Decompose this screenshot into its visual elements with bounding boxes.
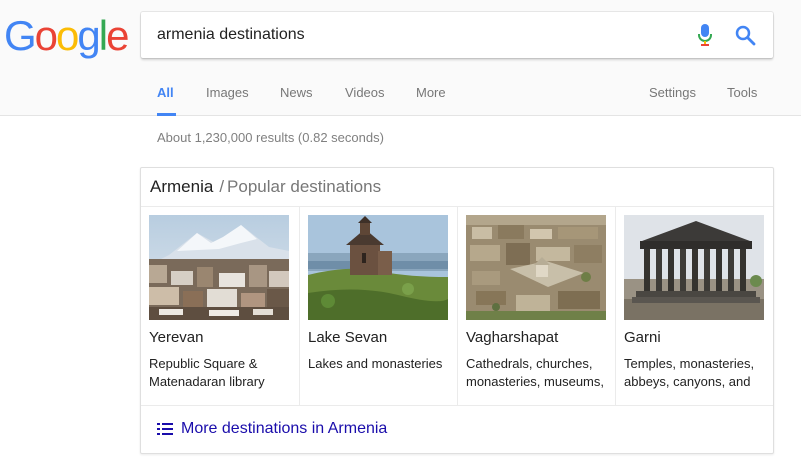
logo-letter: o	[34, 12, 58, 59]
card-divider	[141, 405, 773, 406]
yerevan-photo	[149, 215, 289, 320]
card-title-subtitle: Popular destinations	[227, 177, 382, 196]
destination-name[interactable]: Yerevan	[149, 329, 204, 346]
logo-letter: e	[106, 12, 129, 59]
search-tabs: All Images News Videos More Settings Too…	[141, 76, 781, 116]
tab-images[interactable]: Images	[206, 76, 249, 116]
destination-description: Temples, monasteries, abbeys, canyons, a…	[624, 356, 755, 389]
card-title-separator: /	[219, 177, 225, 196]
destination-item-garni[interactable]: Garni Temples, monasteries, abbeys, cany…	[615, 207, 773, 405]
destination-name[interactable]: Lake Sevan	[308, 329, 387, 346]
tab-all[interactable]: All	[157, 76, 176, 116]
card-title-country[interactable]: Armenia	[150, 177, 213, 196]
destination-name[interactable]: Garni	[624, 329, 661, 346]
tab-tools[interactable]: Tools	[727, 76, 757, 116]
destination-description: Republic Square & Matenadaran library	[149, 356, 265, 389]
result-stats: About 1,230,000 results (0.82 seconds)	[157, 130, 384, 145]
destination-description: Cathedrals, churches, monasteries, museu…	[466, 356, 604, 389]
search-header: Google All Images News Videos More Setti…	[0, 0, 801, 116]
destination-name[interactable]: Vagharshapat	[466, 329, 558, 346]
logo-letter: g	[77, 12, 100, 59]
logo-letter: o	[56, 12, 79, 59]
more-destinations-label: More destinations in Armenia	[181, 420, 388, 437]
microphone-icon[interactable]	[696, 23, 714, 47]
search-input[interactable]	[157, 12, 677, 58]
google-logo[interactable]: Google	[4, 12, 129, 60]
logo-letter: G	[4, 12, 37, 59]
tab-more[interactable]: More	[416, 76, 446, 116]
destination-description: Lakes and monasteries	[308, 356, 443, 371]
more-destinations-link[interactable]: More destinations in Armenia	[157, 420, 387, 438]
magnifier-icon[interactable]	[733, 23, 757, 47]
vagharshapat-photo	[466, 215, 606, 320]
card-title: Armenia / Popular destinations	[150, 177, 381, 197]
list-icon	[157, 423, 173, 435]
destination-item-yerevan[interactable]: Yerevan Republic Square & Matenadaran li…	[141, 207, 299, 405]
logo-letter: l	[98, 12, 108, 59]
garni-photo	[624, 215, 764, 320]
search-box	[141, 12, 773, 58]
destination-item-lake-sevan[interactable]: Lake Sevan Lakes and monasteries	[299, 207, 457, 405]
destination-item-vagharshapat[interactable]: Vagharshapat Cathedrals, churches, monas…	[457, 207, 615, 405]
tab-news[interactable]: News	[280, 76, 313, 116]
tab-videos[interactable]: Videos	[345, 76, 385, 116]
destinations-card: Armenia / Popular destinations Yerevan Rep…	[140, 167, 774, 454]
lake-sevan-photo	[308, 215, 448, 320]
tab-settings[interactable]: Settings	[649, 76, 696, 116]
